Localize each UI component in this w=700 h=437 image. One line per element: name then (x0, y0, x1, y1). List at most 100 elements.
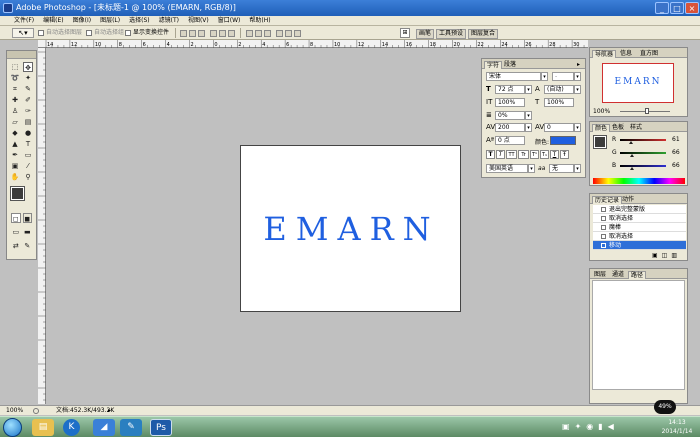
antialias-field[interactable]: 无 (549, 164, 574, 173)
menu-view[interactable]: 视图(V) (188, 16, 209, 25)
tab-color[interactable]: 颜色 (592, 124, 611, 132)
tab-paths[interactable]: 路径 (628, 271, 647, 279)
clone-stamp-icon[interactable]: ♙ (10, 106, 20, 116)
jump-to-icon[interactable]: ✎ (23, 241, 33, 251)
kerning-field[interactable]: 200 (495, 123, 525, 132)
tracking-dropdown-icon[interactable]: ▾ (525, 111, 532, 120)
menu-edit[interactable]: 编辑(E) (43, 16, 63, 25)
distribute-hcenter-icon[interactable] (285, 30, 292, 37)
tab-history[interactable]: 历史记录 (592, 196, 623, 204)
color-panel-foreground-swatch[interactable] (593, 135, 607, 149)
font-family-field[interactable]: 宋体 (486, 72, 541, 81)
distribute-vcenter-icon[interactable] (255, 30, 262, 37)
palette-tab-layer-comps[interactable]: 图层复合 (468, 29, 499, 39)
color-spectrum-bar[interactable] (593, 178, 685, 184)
jump-to-imageready-icon[interactable]: ⇄ (11, 241, 21, 251)
photoshop-taskbar-icon[interactable]: Ps (150, 419, 172, 436)
history-item[interactable]: 取消选择 (593, 232, 686, 241)
vertical-scale-field[interactable]: 100% (495, 98, 525, 107)
tab-paragraph[interactable]: 段落 (502, 61, 518, 69)
new-snapshot-icon[interactable]: ▣ (652, 252, 658, 259)
notes-tool-icon[interactable]: ▣ (10, 161, 20, 171)
tracking-field[interactable]: 0% (495, 111, 525, 120)
volume-tray-icon[interactable]: ◀ (608, 422, 614, 431)
kerning-metric-field[interactable]: 0 (544, 123, 574, 132)
kerning-dropdown-icon[interactable]: ▾ (525, 123, 532, 132)
color-channel-value[interactable]: 61 (672, 136, 680, 144)
document-canvas[interactable]: EMARN (240, 145, 461, 312)
close-button[interactable]: × (685, 2, 699, 14)
distribute-bottom-icon[interactable] (264, 30, 271, 37)
start-button-icon[interactable] (3, 418, 22, 437)
color-channel-thumb[interactable] (629, 167, 634, 170)
panel-menu-icon[interactable]: ▸ (577, 61, 580, 68)
align-left-icon[interactable] (210, 30, 217, 37)
tab-character[interactable]: 字符 (484, 61, 503, 69)
language-field[interactable]: 美国英语 (486, 164, 528, 173)
zoom-level[interactable]: 100% (6, 406, 23, 416)
network-tray-icon[interactable]: ▮ (598, 422, 602, 431)
menu-layer[interactable]: 图层(L) (100, 16, 120, 25)
screen-mode-standard-icon[interactable]: ▭ (11, 227, 21, 237)
brush-tool-icon[interactable]: ✐ (23, 95, 33, 105)
color-channel-slider[interactable] (620, 152, 666, 154)
history-brush-icon[interactable]: ✑ (23, 106, 33, 116)
shape-tool-icon[interactable]: ▭ (23, 150, 33, 160)
palette-tab-brushes[interactable]: 画笔 (416, 29, 435, 39)
tray-icon[interactable]: ◉ (586, 422, 593, 431)
move-tool-icon[interactable]: ✥ (23, 62, 33, 72)
move-tool-preset-picker[interactable]: ↖▾ (12, 28, 34, 38)
leading-dropdown-icon[interactable]: ▾ (574, 85, 581, 94)
font-size-field[interactable]: 72 点 (495, 85, 525, 94)
path-select-icon[interactable]: ▲ (10, 139, 20, 149)
navigator-zoom-thumb[interactable] (645, 108, 649, 114)
menu-filter[interactable]: 滤镜(T) (159, 16, 179, 25)
eyedropper-tool-icon[interactable]: ⁄ (23, 161, 33, 171)
align-hcenter-icon[interactable] (219, 30, 226, 37)
history-item[interactable]: 移动 (593, 241, 686, 250)
color-channel-slider[interactable] (620, 165, 666, 167)
font-family-dropdown-icon[interactable]: ▾ (541, 72, 548, 81)
show-transform-option[interactable]: 显示变换控件 (125, 27, 169, 39)
marquee-tool-icon[interactable]: ⬚ (10, 62, 20, 72)
distribute-top-icon[interactable] (246, 30, 253, 37)
k-app-taskbar-icon[interactable]: K (63, 419, 80, 436)
tray-icon[interactable]: ▣ (562, 422, 570, 431)
antialias-dropdown-icon[interactable]: ▾ (574, 164, 581, 173)
navigator-zoom-value[interactable]: 100% (593, 108, 610, 115)
small-caps-button[interactable]: Tr (518, 150, 529, 159)
subscript-button[interactable]: T₁ (540, 150, 549, 159)
palette-tab-tool-presets[interactable]: 工具预设 (436, 29, 467, 39)
history-item[interactable]: 退出完整蒙版 (593, 205, 686, 214)
menu-window[interactable]: 窗口(W) (218, 16, 241, 25)
distribute-left-icon[interactable] (276, 30, 283, 37)
healing-brush-icon[interactable]: ✚ (10, 95, 20, 105)
tab-channels[interactable]: 通道 (610, 271, 626, 279)
feather-app-taskbar-icon[interactable]: ✎ (120, 419, 142, 436)
document-size-info[interactable]: 文档:452.3K/493.2K (56, 406, 114, 416)
tab-navigator[interactable]: 导航器 (592, 50, 617, 58)
color-channel-thumb[interactable] (629, 141, 634, 144)
align-vcenter-icon[interactable] (189, 30, 196, 37)
distribute-right-icon[interactable] (294, 30, 301, 37)
history-item[interactable]: 魔棒 (593, 223, 686, 232)
magic-wand-tool-icon[interactable]: ✦ (23, 73, 33, 83)
foreground-color-swatch[interactable] (10, 186, 25, 201)
crop-tool-icon[interactable]: ⌗ (10, 84, 20, 94)
pen-tool-icon[interactable]: ✒ (10, 150, 20, 160)
blur-tool-icon[interactable]: ◆ (10, 128, 20, 138)
menu-image[interactable]: 图像(I) (73, 16, 91, 25)
language-dropdown-icon[interactable]: ▾ (528, 164, 535, 173)
minimize-button[interactable]: _ (655, 2, 669, 14)
horizontal-scale-field[interactable]: 100% (544, 98, 574, 107)
screen-mode-full-icon[interactable]: ▬ (23, 227, 33, 237)
tab-layers[interactable]: 图层 (592, 271, 608, 279)
history-item[interactable]: 取消选择 (593, 214, 686, 223)
tray-icon[interactable]: ✦ (575, 422, 582, 431)
kerning-metric-dropdown-icon[interactable]: ▾ (574, 123, 581, 132)
tab-styles[interactable]: 样式 (628, 124, 644, 132)
zoom-tool-icon[interactable]: ⚲ (23, 172, 33, 182)
slice-tool-icon[interactable]: ✎ (23, 84, 33, 94)
auto-select-group-checkbox[interactable] (38, 29, 44, 36)
type-tool-icon[interactable]: T (23, 139, 33, 149)
